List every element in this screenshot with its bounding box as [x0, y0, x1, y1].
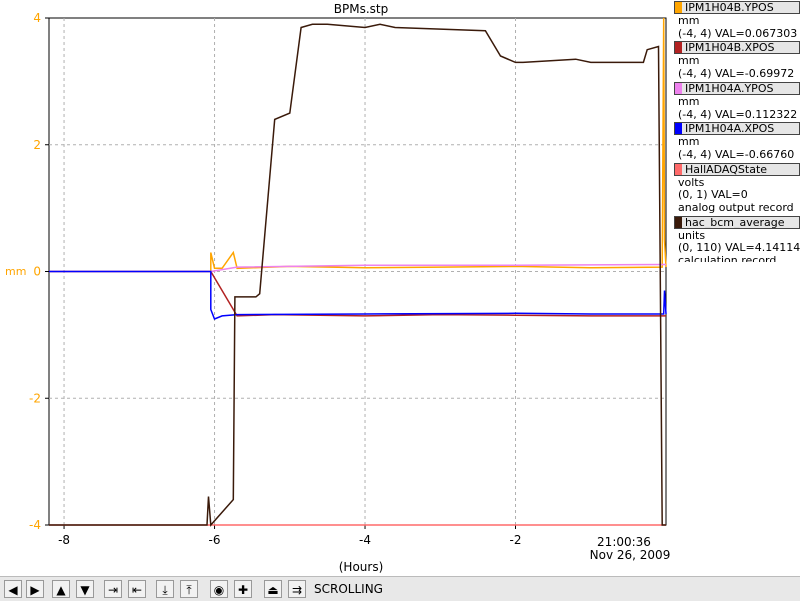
legend-range: (-4, 4) VAL=0.067303: [678, 26, 798, 40]
x-tick-label: -4: [359, 533, 371, 547]
legend: IPM1H04B.YPOS mm (-4, 4) VAL=0.067303 IPM1H…: [672, 0, 800, 262]
legend-desc: analog output record: [678, 201, 794, 215]
y-axis-label: mm: [5, 265, 26, 278]
y-tick-label: 2: [33, 138, 41, 152]
x-tick-label: -8: [58, 533, 70, 547]
legend-desc: calculation record: [678, 254, 777, 262]
legend-swatch: [675, 123, 682, 135]
legend-unit: mm: [678, 94, 700, 108]
scroll-status: SCROLLING: [314, 582, 383, 596]
y-axis-ticks: -4 -2 0 2 4: [29, 11, 49, 532]
x-axis-label: (Hours): [339, 560, 384, 574]
legend-item-hac-bcm-average[interactable]: hac_bcm_average: [674, 215, 800, 229]
legend-series-name: IPM1H04B.YPOS: [685, 1, 774, 14]
legend-series-name: IPM1H04A.YPOS: [685, 81, 774, 95]
x-tick-label: -6: [209, 533, 221, 547]
legend-series-name: HallADAQState: [685, 162, 768, 176]
legend-item-halladaqstate[interactable]: HallADAQState: [674, 162, 800, 176]
zoom-in-x-icon[interactable]: ⇥: [104, 580, 122, 598]
toolbar: ◀ ▶ ▲ ▼ ⇥ ⇤ ⤓ ⤒ ◉ ✚ ⏏ ⇉ SCROLLING: [0, 576, 800, 601]
chart-title: BPMs.stp: [334, 2, 388, 16]
legend-unit: mm: [678, 14, 700, 27]
legend-range: (-4, 4) VAL=-0.69972: [678, 67, 795, 81]
autoscale-icon[interactable]: ◉: [210, 580, 228, 598]
y-tick-label: 0: [33, 265, 41, 279]
pan-left-icon[interactable]: ◀: [4, 580, 22, 598]
end-date-label: Nov 26, 2009: [590, 548, 671, 562]
x-tick-label: -2: [510, 533, 522, 547]
pan-down-icon[interactable]: ▼: [76, 580, 94, 598]
y-tick-label: -2: [29, 391, 41, 405]
y-tick-label: 4: [33, 11, 41, 25]
toggle-scroll-icon[interactable]: ⏏: [264, 580, 282, 598]
legend-item-ipm1h04b-xpos[interactable]: IPM1H04B.XPOS: [674, 41, 800, 55]
legend-series-name: IPM1H04B.XPOS: [685, 41, 775, 55]
legend-swatch: [675, 82, 682, 94]
legend-swatch: [675, 163, 682, 175]
y-tick-label: -4: [29, 518, 41, 532]
legend-item-ipm1h04a-ypos[interactable]: IPM1H04A.YPOS: [674, 81, 800, 95]
legend-range: (-4, 4) VAL=-0.66760: [678, 147, 795, 161]
zoom-out-x-icon[interactable]: ⇤: [128, 580, 146, 598]
pan-up-icon[interactable]: ▲: [52, 580, 70, 598]
legend-swatch: [675, 42, 682, 54]
legend-range: (-4, 4) VAL=0.112322: [678, 107, 798, 121]
scroll-icon[interactable]: ⇉: [288, 580, 306, 598]
legend-swatch: [675, 216, 682, 228]
x-axis-ticks: -8 -6 -4 -2: [58, 525, 521, 547]
legend-swatch: [675, 2, 682, 13]
zoom-in-y-icon[interactable]: ⤓: [156, 580, 174, 598]
legend-item-ipm1h04a-xpos[interactable]: IPM1H04A.XPOS: [674, 122, 800, 136]
legend-series-name: IPM1H04A.XPOS: [685, 122, 775, 136]
end-time-label: 21:00:36: [597, 535, 651, 549]
zoom-out-y-icon[interactable]: ⤒: [180, 580, 198, 598]
pan-right-icon[interactable]: ▶: [26, 580, 44, 598]
legend-item-ipm1h04b-ypos[interactable]: IPM1H04B.YPOS: [674, 1, 800, 14]
legend-series-name: hac_bcm_average: [685, 215, 785, 229]
add-icon[interactable]: ✚: [234, 580, 252, 598]
